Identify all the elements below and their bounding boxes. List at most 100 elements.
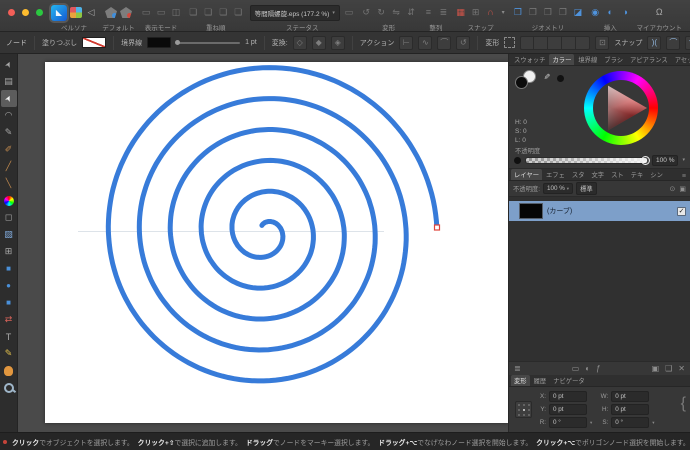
rotate-right-icon[interactable]: ↻ [375, 6, 387, 19]
boolean-subtract-icon[interactable]: ❐ [527, 6, 539, 19]
r-field[interactable]: 0 ° [549, 417, 587, 428]
tab-アピアランス[interactable]: アピアランス [627, 54, 671, 65]
tab-スト[interactable]: スト [608, 169, 627, 180]
insert-on-top-icon[interactable]: ◐ [604, 6, 616, 19]
artboard-tool[interactable]: ▤ [1, 73, 17, 90]
view-tool[interactable] [1, 362, 17, 379]
lock-layer-icon[interactable]: ▣ [679, 185, 686, 193]
blend-mode-select[interactable]: 標準 [576, 182, 597, 195]
rotate-left-icon[interactable]: ↺ [360, 6, 372, 19]
insert-inside-icon[interactable]: ◑ [619, 6, 631, 19]
snapping-grid-icon[interactable]: ▦ [455, 6, 467, 19]
caret-icon[interactable]: ▾ [652, 420, 654, 426]
mask-layer-icon[interactable]: ▭ [572, 364, 580, 373]
corner-tool[interactable]: ◠ [1, 107, 17, 124]
transparency-tool[interactable]: ◻ [1, 209, 17, 226]
anchor-point-selector[interactable] [515, 401, 532, 418]
tab-シン[interactable]: シン [647, 169, 666, 180]
convert-smart-icon[interactable]: ◈ [330, 35, 345, 50]
w-field[interactable]: 0 pt [611, 391, 650, 402]
slider-knob[interactable] [175, 39, 181, 45]
rounded-rectangle-tool[interactable]: ■ [1, 294, 17, 311]
distribute-icon[interactable]: ≣ [437, 6, 449, 19]
color-triangle[interactable] [608, 85, 647, 131]
layer-opacity-value[interactable]: 100 % ▾ [542, 183, 574, 194]
zoom-tool[interactable] [1, 379, 17, 396]
colour-picker-tool[interactable]: ✎ [1, 345, 17, 362]
minimize-window-button[interactable] [22, 9, 29, 16]
transform-option-icon[interactable] [562, 35, 577, 50]
vector-crop-tool[interactable]: ⊞ [1, 243, 17, 260]
move-to-front-icon[interactable]: ❏ [187, 6, 199, 19]
fill-swatch[interactable] [82, 37, 107, 48]
move-forward-icon[interactable]: ❏ [202, 6, 214, 19]
vector-brush-tool[interactable]: ╱ [1, 158, 17, 175]
color-wheel[interactable] [584, 71, 658, 145]
layer-visibility-checkbox[interactable]: ✓ [677, 206, 686, 216]
layer-row-selected[interactable]: (カーブ) ✓ [509, 201, 690, 221]
place-image-tool[interactable]: ▨ [1, 226, 17, 243]
snapping-magnet-icon[interactable]: ∩ [485, 6, 497, 19]
move-tool[interactable]: ➤ [1, 56, 17, 73]
pen-tool[interactable]: ✎ [1, 124, 17, 141]
snapping-options-caret-icon[interactable]: ▾ [500, 6, 507, 19]
action-smooth-curve-icon[interactable]: ⌒ [437, 35, 452, 50]
opacity-value[interactable]: 100 % [652, 154, 679, 166]
tab-スタ[interactable]: スタ [569, 169, 588, 180]
panel-menu-icon[interactable]: ≡ [682, 173, 688, 180]
align-icon[interactable]: ≡ [422, 6, 434, 19]
adjustment-layer-icon[interactable]: ◐ [585, 364, 590, 373]
caret-icon[interactable]: ▾ [590, 420, 592, 426]
snap-construction-icon[interactable]: ▽ [685, 35, 690, 50]
tab-境界線[interactable]: 境界線 [575, 54, 600, 65]
opacity-slider[interactable] [525, 155, 651, 165]
rectangle-tool[interactable]: ■ [1, 260, 17, 277]
blend-options-icon[interactable]: ⊙ [670, 185, 676, 193]
document-tab[interactable]: 等間隔螺旋.eps (177.2 %) ▾ [249, 4, 340, 21]
move-to-back-icon[interactable]: ❏ [232, 6, 244, 19]
move-backward-icon[interactable]: ❏ [217, 6, 229, 19]
action-break-curve-icon[interactable]: ⊢ [399, 35, 414, 50]
my-account-icon[interactable]: Ω [653, 6, 665, 19]
fill-tool[interactable] [1, 192, 17, 209]
vector-view-icon[interactable]: ▭ [140, 6, 152, 19]
action-join-curves-icon[interactable]: ↺ [456, 35, 471, 50]
export-persona-icon[interactable]: ◁ [85, 6, 97, 19]
tab-エフェ[interactable]: エフェ [543, 169, 568, 180]
stroke-swatch[interactable] [147, 37, 172, 48]
transform-origin-icon[interactable]: ⊡ [595, 35, 610, 50]
convert-sharp-icon[interactable]: ◇ [292, 35, 307, 50]
transform-option-icon[interactable] [520, 35, 535, 50]
ellipse-tool[interactable]: ● [1, 277, 17, 294]
tab-テキ[interactable]: テキ [628, 169, 647, 180]
opacity-knob[interactable] [641, 155, 651, 165]
snap-to-nodes-icon[interactable]: )( [647, 35, 662, 50]
edit-defaults-icon[interactable] [120, 7, 133, 18]
flip-vertical-icon[interactable]: ⇵ [405, 6, 417, 19]
boolean-intersect-icon[interactable]: ❐ [542, 6, 554, 19]
pencil-tool[interactable]: ✐ [1, 141, 17, 158]
text-tool[interactable]: T [1, 328, 17, 345]
tab-カラー[interactable]: カラー [549, 54, 575, 65]
layer-name[interactable]: (カーブ) [547, 206, 673, 216]
close-window-button[interactable] [8, 9, 15, 16]
pixel-snap-icon[interactable]: ⊞ [470, 6, 482, 19]
add-layer-icon[interactable]: ▣ [652, 364, 660, 373]
eyedropper-icon[interactable]: ✎ [542, 73, 551, 80]
opacity-caret-icon[interactable]: ▾ [682, 157, 685, 163]
transform-option-icon[interactable] [534, 35, 549, 50]
boolean-xor-icon[interactable]: ❐ [557, 6, 569, 19]
canvas-area[interactable] [18, 54, 508, 432]
stroke-width-slider[interactable] [175, 39, 241, 45]
split-view-icon[interactable]: ◫ [170, 6, 182, 19]
tab-アセット[interactable]: アセット [672, 54, 690, 65]
boolean-divide-icon[interactable]: ◪ [572, 6, 584, 19]
node-tool[interactable]: ➤ [0, 90, 17, 107]
s-field[interactable]: 0 ° [611, 417, 650, 428]
insert-behind-icon[interactable]: ◉ [589, 6, 601, 19]
tab-変形[interactable]: 変形 [511, 375, 530, 386]
snap-to-handles-icon[interactable]: ⌒ [666, 35, 681, 50]
link-dimensions-icon[interactable]: { [681, 395, 686, 413]
pixel-persona-icon[interactable] [70, 7, 82, 18]
action-close-curve-icon[interactable]: ∿ [418, 35, 433, 50]
